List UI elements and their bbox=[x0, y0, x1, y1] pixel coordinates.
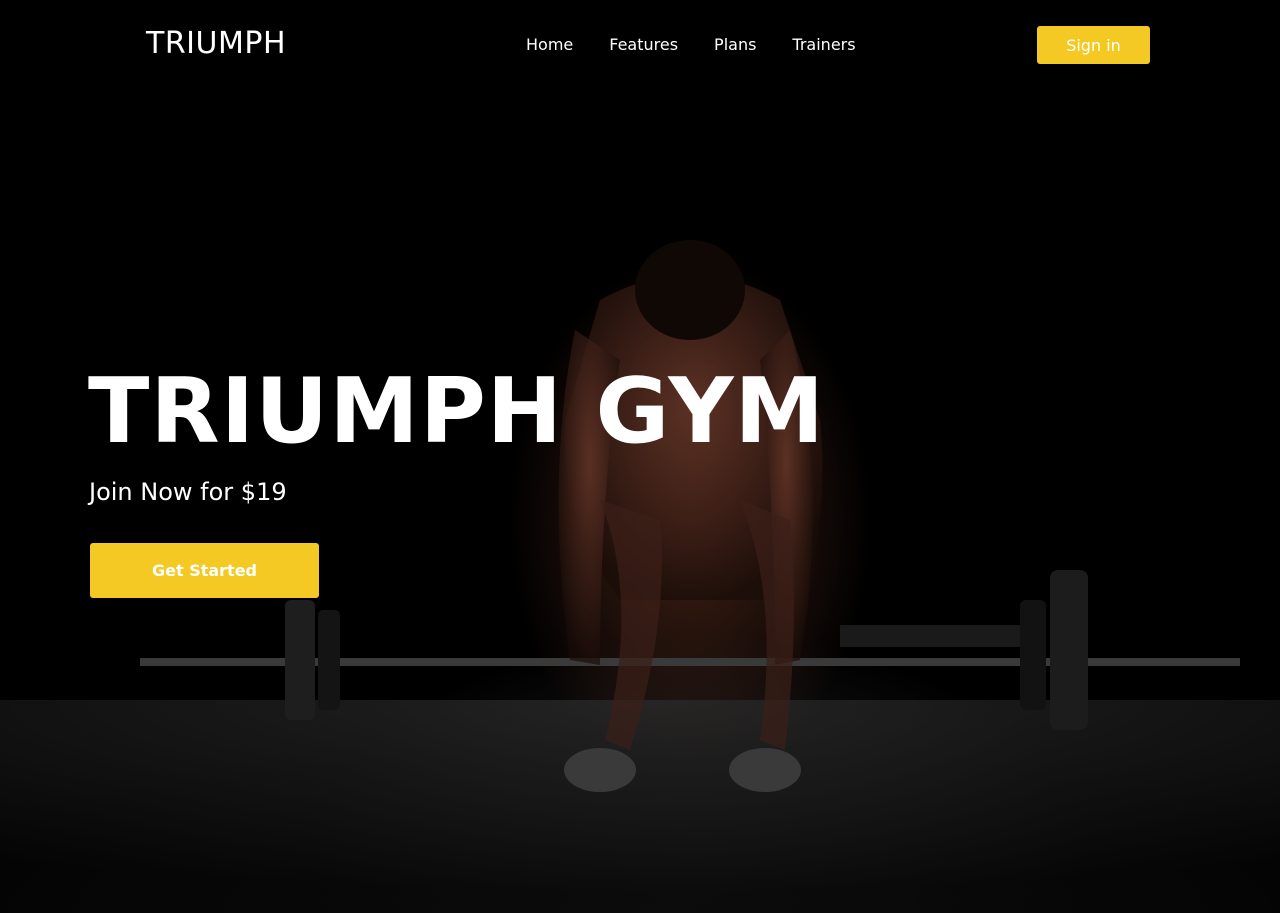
main-nav: Home Features Plans Trainers bbox=[526, 35, 892, 54]
hero-title: TRIUMPH GYM bbox=[88, 359, 826, 464]
site-header: TRIUMPH Home Features Plans Trainers Sig… bbox=[0, 0, 1280, 90]
nav-link-home[interactable]: Home bbox=[526, 35, 573, 54]
nav-link-plans[interactable]: Plans bbox=[714, 35, 756, 54]
site-logo[interactable]: TRIUMPH bbox=[146, 26, 286, 61]
nav-link-trainers[interactable]: Trainers bbox=[792, 35, 855, 54]
nav-link-features[interactable]: Features bbox=[609, 35, 678, 54]
sign-in-button[interactable]: Sign in bbox=[1037, 26, 1150, 64]
get-started-button[interactable]: Get Started bbox=[90, 543, 319, 598]
hero-subtitle: Join Now for $19 bbox=[89, 478, 287, 506]
